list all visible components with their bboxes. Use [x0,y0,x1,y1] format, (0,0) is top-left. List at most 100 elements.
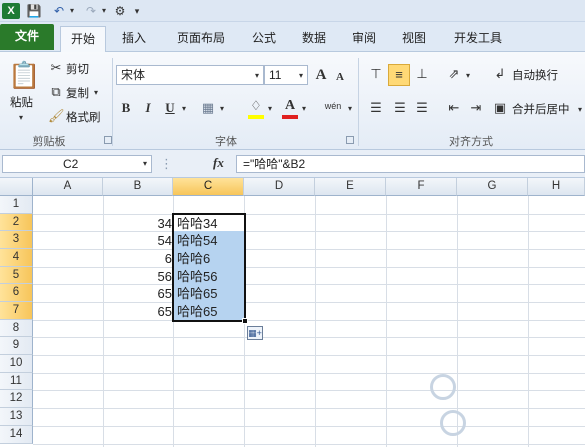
borders-icon[interactable]: ▦ [200,100,216,116]
save-icon[interactable]: 💾 [26,3,42,19]
paste-button[interactable]: 粘贴 [10,94,33,110]
column-header-d[interactable]: D [244,178,315,196]
redo-dropdown-icon[interactable]: ▾ [100,3,108,19]
decrease-indent-icon[interactable]: ⇤ [444,100,464,116]
format-painter-button[interactable]: 格式刷 [66,109,101,125]
tab-formulas[interactable]: 公式 [244,26,284,52]
column-header-g[interactable]: G [457,178,528,196]
grid-line [33,408,585,409]
paste-icon[interactable]: 📋 [8,58,40,92]
underline-button[interactable]: U [162,100,178,116]
clipboard-launcher-icon[interactable] [104,136,112,144]
wrap-text-button[interactable]: 自动换行 [512,67,558,83]
customize-dropdown-icon[interactable]: ▾ [132,3,142,19]
fill-color-bar [248,115,264,119]
group-separator [112,58,113,146]
cell-b7[interactable]: 65 [104,303,172,320]
cell-b5[interactable]: 56 [104,268,172,285]
cell-b6[interactable]: 65 [104,285,172,302]
font-name-dropdown-icon[interactable]: ▾ [252,68,262,84]
bold-button[interactable]: B [118,100,134,116]
cell-b3[interactable]: 54 [104,232,172,249]
redo-icon[interactable]: ↷ [82,3,100,19]
merge-center-icon[interactable]: ▣ [492,100,508,116]
align-left-icon[interactable]: ☰ [366,100,386,116]
fill-color-icon[interactable]: ♢ [248,98,264,114]
font-color-icon[interactable]: A [282,98,298,114]
formula-bar-resize-icon[interactable]: ⋮ [160,156,173,172]
grow-font-icon[interactable]: A [314,67,328,83]
row-header-4[interactable]: 4 [0,249,33,267]
worksheet-grid[interactable]: A B C D E F G H 1 2 3 4 5 6 7 8 9 10 11 … [0,178,585,447]
row-header-7[interactable]: 7 [0,302,33,320]
tab-insert[interactable]: 插入 [112,26,156,52]
font-launcher-icon[interactable] [346,136,354,144]
row-header-13[interactable]: 13 [0,408,33,426]
underline-dropdown-icon[interactable]: ▾ [180,101,188,117]
row-header-9[interactable]: 9 [0,337,33,355]
phonetic-dropdown-icon[interactable]: ▾ [346,101,354,117]
column-header-h[interactable]: H [528,178,585,196]
row-header-1[interactable]: 1 [0,196,33,214]
cell-b2[interactable]: 34 [104,215,172,232]
column-header-a[interactable]: A [33,178,103,196]
format-painter-icon[interactable]: 🖌 [48,108,65,124]
column-header-c[interactable]: C [173,178,244,196]
row-header-14[interactable]: 14 [0,426,33,444]
align-middle-icon[interactable]: ≡ [388,64,410,86]
merge-center-dropdown-icon[interactable]: ▾ [576,102,584,118]
increase-indent-icon[interactable]: ⇥ [466,100,486,116]
tab-home[interactable]: 开始 [60,26,106,53]
fill-handle[interactable] [242,318,248,324]
tab-page-layout[interactable]: 页面布局 [166,26,236,52]
orientation-dropdown-icon[interactable]: ▾ [464,68,472,84]
tab-data[interactable]: 数据 [294,26,334,52]
tab-view[interactable]: 视图 [394,26,434,52]
row-header-12[interactable]: 12 [0,390,33,408]
name-box[interactable]: C2 [2,155,152,173]
copy-icon[interactable]: ⧉ [48,84,64,100]
font-size-dropdown-icon[interactable]: ▾ [296,68,306,84]
auto-fill-options-icon[interactable]: ▦+ [247,326,263,340]
copy-dropdown-icon[interactable]: ▾ [92,85,100,101]
column-header-f[interactable]: F [386,178,457,196]
font-name-select[interactable]: 宋体 [116,65,264,85]
row-header-6[interactable]: 6 [0,284,33,302]
tab-developer[interactable]: 开发工具 [446,26,510,52]
align-bottom-icon[interactable]: ⊥ [412,66,432,82]
tab-review[interactable]: 审阅 [344,26,384,52]
shrink-font-icon[interactable]: A [334,69,346,85]
row-header-10[interactable]: 10 [0,355,33,373]
phonetic-guide-icon[interactable]: wén [320,98,346,114]
font-color-dropdown-icon[interactable]: ▾ [300,101,308,117]
cell-b4[interactable]: 6 [104,250,172,267]
row-header-3[interactable]: 3 [0,231,33,249]
select-all-corner[interactable] [0,178,33,196]
undo-dropdown-icon[interactable]: ▾ [68,3,76,19]
paste-dropdown-icon[interactable]: ▾ [16,110,26,126]
borders-dropdown-icon[interactable]: ▾ [218,101,226,117]
row-header-11[interactable]: 11 [0,373,33,390]
merge-center-button[interactable]: 合并后居中 [512,101,570,117]
customize-icon[interactable]: ⚙ [112,3,128,19]
align-center-icon[interactable]: ☰ [390,100,410,116]
italic-button[interactable]: I [140,100,156,116]
align-right-icon[interactable]: ☰ [412,100,432,116]
cut-button[interactable]: 剪切 [66,61,89,77]
tab-file[interactable]: 文件 [0,24,54,50]
row-header-8[interactable]: 8 [0,320,33,337]
column-header-b[interactable]: B [103,178,173,196]
wrap-text-icon[interactable]: ↲ [492,66,508,82]
name-box-dropdown-icon[interactable]: ▾ [140,156,150,172]
orientation-icon[interactable]: ⇗ [444,66,464,82]
cut-icon[interactable]: ✂ [48,60,64,76]
insert-function-button[interactable]: fx [213,155,224,171]
fill-color-dropdown-icon[interactable]: ▾ [266,101,274,117]
column-header-e[interactable]: E [315,178,386,196]
row-header-5[interactable]: 5 [0,267,33,284]
copy-button[interactable]: 复制 [66,85,89,101]
align-top-icon[interactable]: ⊤ [366,66,386,82]
row-header-2[interactable]: 2 [0,214,33,231]
undo-icon[interactable]: ↶ [50,3,68,19]
formula-input[interactable]: ="哈哈"&B2 [236,155,585,173]
